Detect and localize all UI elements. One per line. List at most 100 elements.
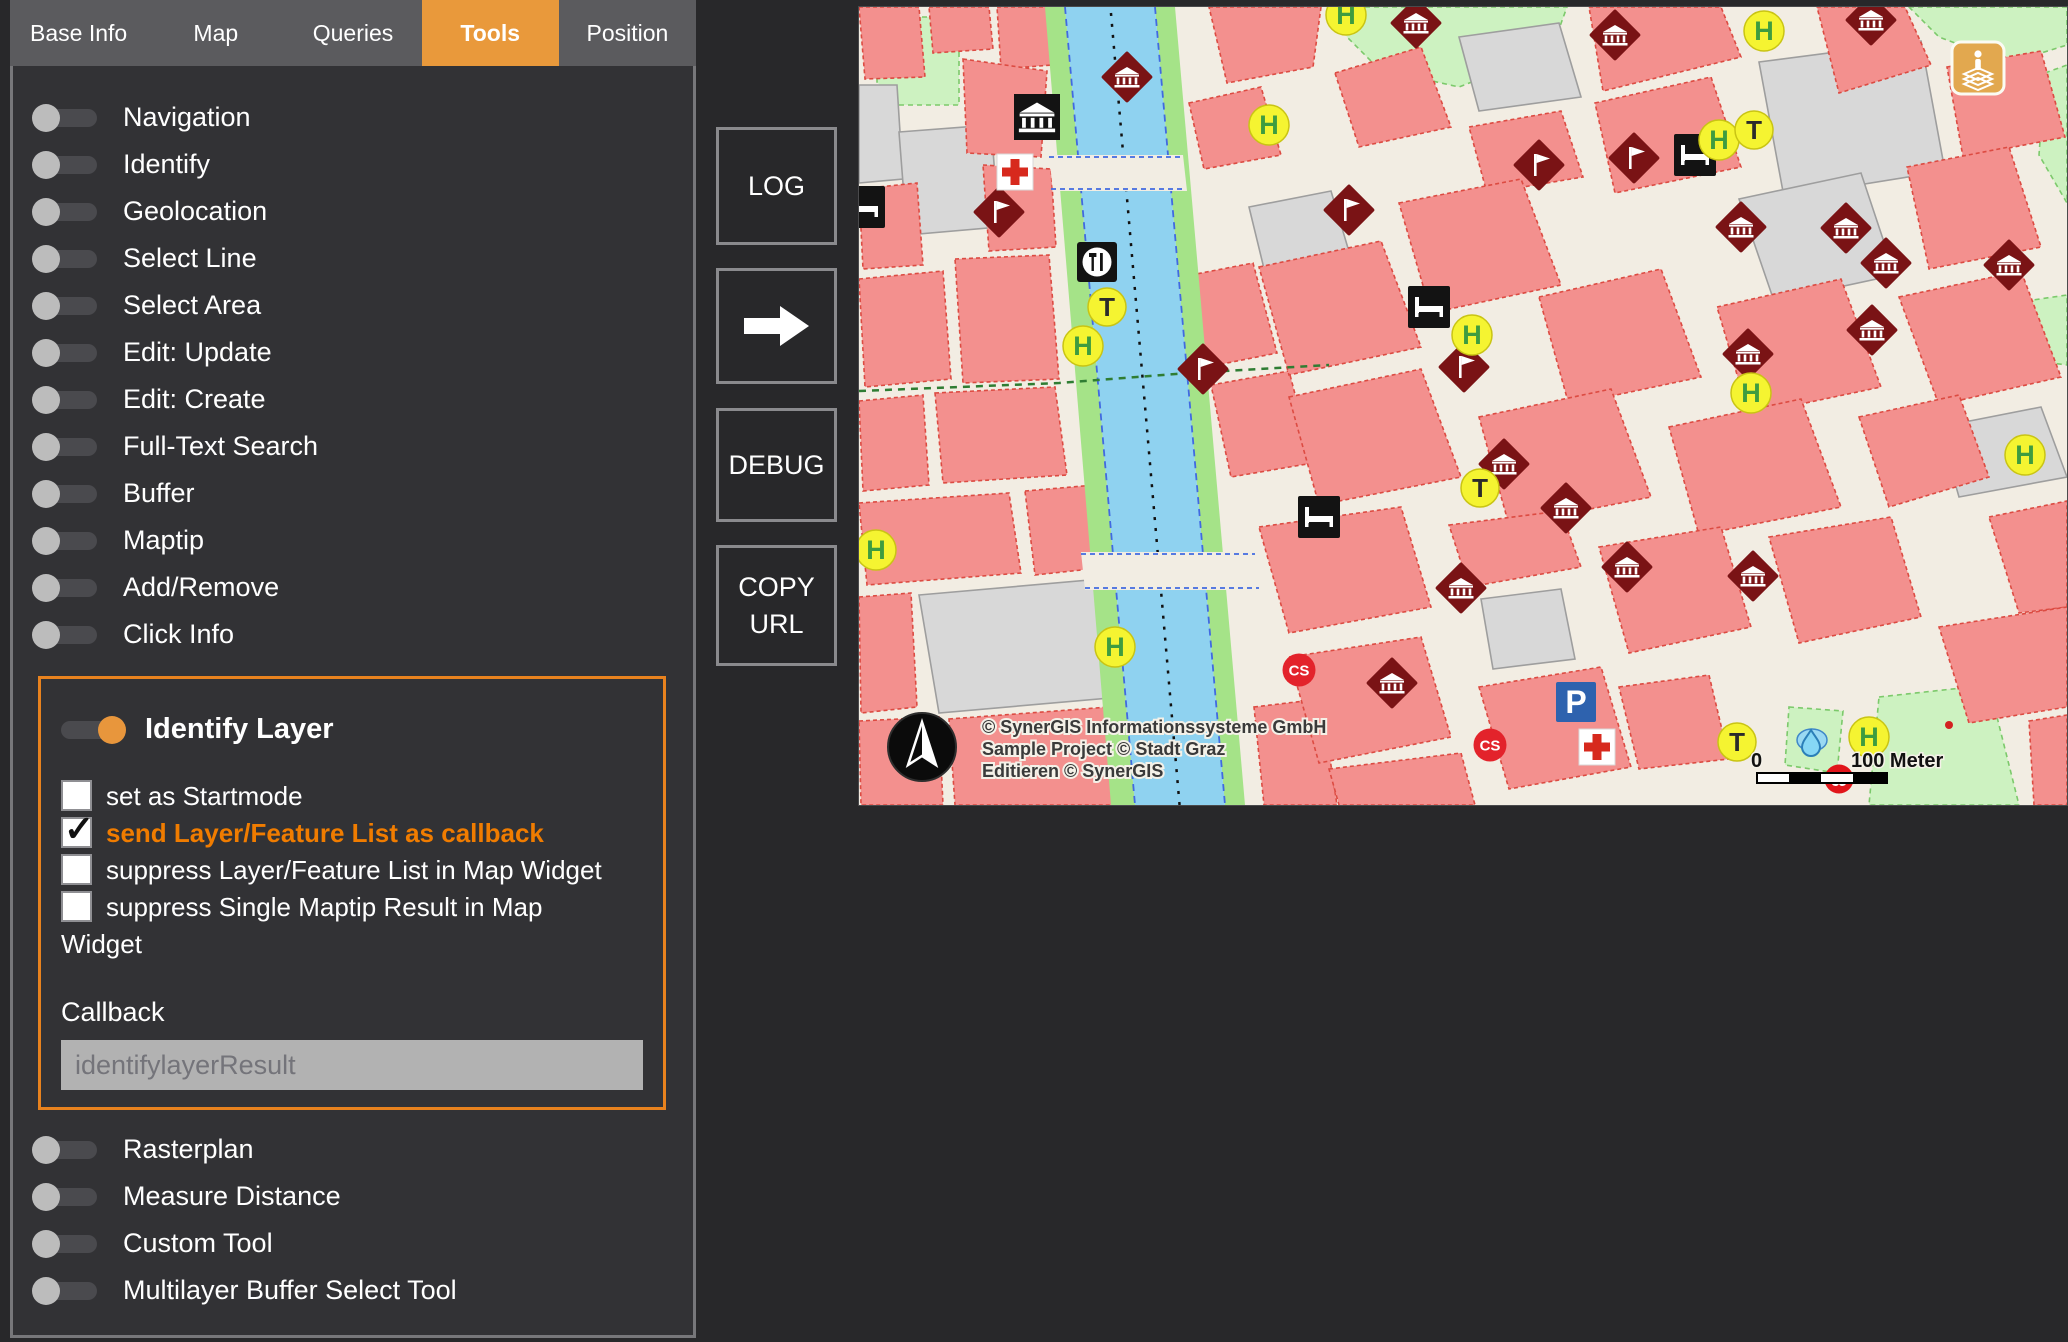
toggle-label: Select Area [123, 290, 261, 321]
toggle-label: Click Info [123, 619, 234, 650]
identify-layer-title: Identify Layer [145, 713, 334, 746]
tool-toggle-row: Navigation [35, 94, 685, 141]
identify-layer-toggle[interactable] [61, 721, 123, 739]
log-button[interactable]: LOG [716, 127, 837, 245]
tool-toggle-row: Multilayer Buffer Select Tool [35, 1267, 685, 1314]
poi-H[interactable]: H [2005, 435, 2045, 475]
poi-cross[interactable] [1579, 729, 1615, 765]
map[interactable]: HHHHHHHHHHHTTTTCSCSPω© SynerGIS Informat… [859, 7, 2067, 805]
toggle-knob [32, 1136, 60, 1164]
poi-bed[interactable] [859, 186, 885, 228]
poi-rest[interactable] [1077, 242, 1117, 282]
poi-bed[interactable] [1408, 286, 1450, 328]
option-row: suppress Layer/Feature List in Map Widge… [61, 852, 626, 889]
building-block [929, 7, 993, 53]
poi-H[interactable]: H [1095, 627, 1135, 667]
poi-H[interactable]: H [1699, 120, 1739, 160]
toggle-label: Buffer [123, 478, 195, 509]
toggle-edit-create[interactable] [35, 391, 97, 409]
tool-toggle-row: Measure Distance [35, 1173, 685, 1220]
building-block-gray [1481, 589, 1575, 669]
map-canvas[interactable]: HHHHHHHHHHHTTTTCSCSPω© SynerGIS Informat… [859, 7, 2067, 805]
toggle-label: Navigation [123, 102, 251, 133]
layers-info-button[interactable] [1952, 42, 2004, 94]
poi-T[interactable]: T [1461, 469, 1499, 507]
poi-T[interactable]: T [1735, 111, 1773, 149]
toggle-label: Maptip [123, 525, 204, 556]
forward-button[interactable] [716, 268, 837, 384]
svg-text:CS: CS [1289, 663, 1310, 680]
tool-toggle-list-top: NavigationIdentifyGeolocationSelect Line… [35, 94, 685, 658]
tab-position[interactable]: Position [559, 0, 696, 66]
toggle-knob [32, 1277, 60, 1305]
poi-H[interactable]: H [1452, 315, 1492, 355]
tool-toggle-row: Identify [35, 141, 685, 188]
poi-CS[interactable]: CS [1283, 654, 1316, 687]
toggle-knob [32, 292, 60, 320]
toggle-knob [32, 245, 60, 273]
tools-panel: NavigationIdentifyGeolocationSelect Line… [10, 66, 696, 1338]
svg-text:H: H [866, 535, 886, 565]
toggle-label: Geolocation [123, 196, 267, 227]
poi-bed[interactable] [1298, 496, 1340, 538]
park-dot [1945, 721, 1953, 729]
svg-text:T: T [1472, 473, 1488, 503]
checkbox-label: suppress Layer/Feature List in Map Widge… [106, 855, 602, 885]
svg-text:H: H [1105, 632, 1125, 662]
toggle-label: Full-Text Search [123, 431, 318, 462]
tab-queries[interactable]: Queries [284, 0, 421, 66]
building-block [997, 7, 1052, 69]
poi-H[interactable]: H [1249, 105, 1289, 145]
toggle-add-remove[interactable] [35, 579, 97, 597]
toggle-navigation[interactable] [35, 109, 97, 127]
copy-url-button[interactable]: COPY URL [716, 545, 837, 666]
checkbox[interactable] [61, 854, 92, 885]
building-block-gray [919, 579, 1121, 713]
poi-T[interactable]: T [1088, 288, 1126, 326]
toggle-label: Multilayer Buffer Select Tool [123, 1275, 457, 1306]
toggle-edit-update[interactable] [35, 344, 97, 362]
poi-H[interactable]: H [1063, 326, 1103, 366]
tool-toggle-list-bottom: RasterplanMeasure DistanceCustom ToolMul… [35, 1126, 685, 1314]
toggle-select-line[interactable] [35, 250, 97, 268]
toggle-label: Add/Remove [123, 572, 279, 603]
toggle-measure-distance[interactable] [35, 1188, 97, 1206]
svg-text:H: H [1462, 320, 1482, 350]
arrow-right-icon [744, 305, 810, 347]
poi-H[interactable]: H [859, 530, 896, 570]
svg-text:T: T [1729, 727, 1745, 757]
toggle-select-area[interactable] [35, 297, 97, 315]
toggle-multilayer-buffer-select-tool[interactable] [35, 1282, 97, 1300]
building-block [1619, 675, 1729, 769]
poi-mus-sq[interactable] [1014, 94, 1060, 140]
toggle-geolocation[interactable] [35, 203, 97, 221]
tab-base-info[interactable]: Base Info [10, 0, 147, 66]
toggle-identify[interactable] [35, 156, 97, 174]
checkbox[interactable] [61, 891, 92, 922]
poi-P[interactable]: P [1556, 682, 1596, 722]
tool-toggle-row: Full-Text Search [35, 423, 685, 470]
checkbox[interactable] [61, 817, 92, 848]
building-block-gray [859, 85, 903, 183]
toggle-rasterplan[interactable] [35, 1141, 97, 1159]
tool-toggle-row: Add/Remove [35, 564, 685, 611]
poi-H[interactable]: H [1744, 11, 1784, 51]
toggle-full-text-search[interactable] [35, 438, 97, 456]
poi-H[interactable]: H [1731, 373, 1771, 413]
toggle-custom-tool[interactable] [35, 1235, 97, 1253]
tab-map[interactable]: Map [147, 0, 284, 66]
toggle-buffer[interactable] [35, 485, 97, 503]
checkbox[interactable] [61, 780, 92, 811]
toggle-label: Custom Tool [123, 1228, 273, 1259]
poi-CS[interactable]: CS [1474, 729, 1507, 762]
tool-toggle-row: Maptip [35, 517, 685, 564]
compass-north-arrow [888, 713, 956, 781]
tab-tools[interactable]: Tools [422, 0, 559, 66]
debug-button[interactable]: DEBUG [716, 408, 837, 522]
callback-input[interactable] [61, 1040, 643, 1090]
toggle-click-info[interactable] [35, 626, 97, 644]
poi-cross[interactable] [997, 154, 1033, 190]
toggle-maptip[interactable] [35, 532, 97, 550]
toggle-knob [32, 339, 60, 367]
toggle-label: Edit: Create [123, 384, 266, 415]
